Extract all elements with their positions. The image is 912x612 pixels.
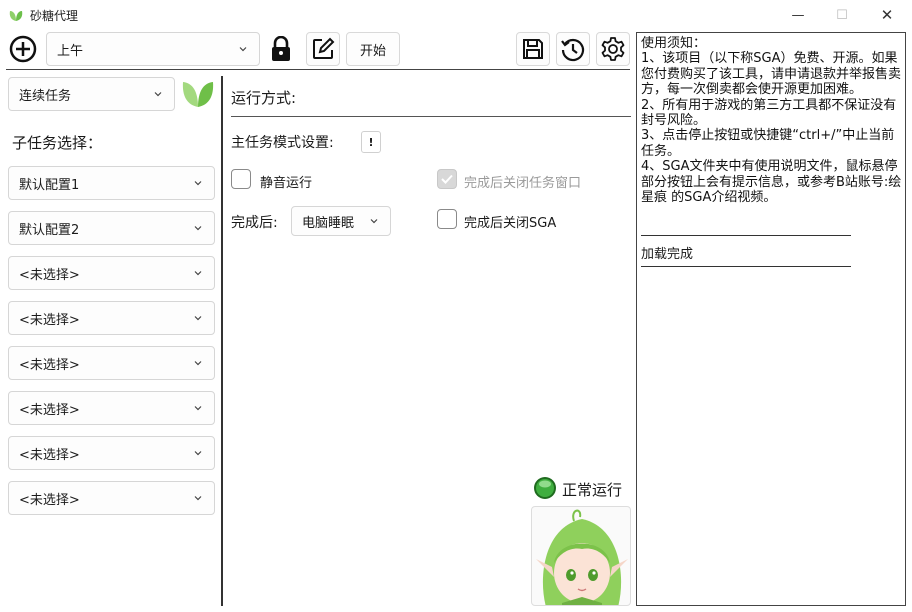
save-icon [523, 39, 543, 59]
notice-text: 使用须知： 1、该项目（以下称SGA）免费、开源。如果您付费购买了该工具，请申请退… [641, 36, 903, 205]
notice-divider-top [641, 235, 851, 236]
close-sga-label: 完成后关闭SGA [464, 216, 557, 231]
subtask-config-select[interactable]: <未选择> [8, 391, 215, 425]
mute-checkbox[interactable] [231, 169, 251, 189]
add-button[interactable] [6, 32, 40, 66]
subtask-config-value: <未选择> [19, 447, 80, 463]
chevron-down-icon [194, 226, 202, 231]
chevron-down-icon [194, 496, 202, 501]
subtask-config-select[interactable]: 默认配置1 [8, 166, 215, 200]
close-task-window-checkbox[interactable] [437, 169, 457, 189]
notice-divider-bottom [641, 266, 851, 267]
notice-line: 2、所有用于游戏的第三方工具都不保证没有封号风险。 [641, 97, 897, 129]
chevron-down-icon [154, 92, 162, 97]
toolbar-divider [6, 69, 630, 70]
subtask-config-select[interactable]: <未选择> [8, 436, 215, 470]
leaf-app-icon [9, 11, 23, 21]
subtask-config-select[interactable]: <未选择> [8, 256, 215, 290]
chevron-down-icon [194, 316, 202, 321]
subtask-config-value: 默认配置2 [19, 222, 80, 238]
time-select-value: 上午 [57, 43, 84, 59]
after-finish-label: 完成后: [231, 215, 278, 231]
subtask-config-select[interactable]: <未选择> [8, 346, 215, 380]
chevron-down-icon [194, 361, 202, 366]
info-icon: ! [368, 135, 374, 149]
subtask-config-select[interactable]: 默认配置2 [8, 211, 215, 245]
start-button[interactable]: 开始 [346, 32, 400, 66]
column-divider [221, 76, 223, 606]
task-mode-select[interactable]: 连续任务 [8, 77, 175, 111]
history-button[interactable] [556, 32, 590, 66]
gear-icon [601, 37, 625, 61]
character-avatar-image [536, 509, 628, 605]
maximize-icon: ☐ [836, 7, 848, 23]
subtask-config-value: <未选择> [19, 267, 80, 283]
lock-icon [272, 36, 290, 61]
start-button-label: 开始 [359, 43, 386, 59]
close-sga-checkbox[interactable] [437, 209, 457, 229]
chevron-down-icon [239, 47, 247, 52]
status-led-icon [534, 477, 556, 499]
plus-circle-icon [9, 35, 37, 63]
close-task-window-label: 完成后关闭任务窗口 [464, 176, 582, 191]
after-finish-value: 电脑睡眠 [302, 215, 355, 231]
settings-button[interactable] [596, 32, 630, 66]
notice-line: 1、该项目（以下称SGA）免费、开源。如果您付费购买了该工具，请申请退款并举报售… [641, 51, 902, 98]
subtask-config-value: <未选择> [19, 402, 80, 418]
lock-button[interactable] [264, 32, 298, 66]
chevron-down-icon [194, 451, 202, 456]
close-button[interactable]: ✕ [864, 0, 910, 30]
chevron-down-icon [370, 219, 378, 224]
mute-label: 静音运行 [260, 176, 313, 191]
subtask-config-value: <未选择> [19, 312, 80, 328]
window-title: 砂糖代理 [30, 9, 79, 23]
after-finish-select[interactable]: 电脑睡眠 [291, 206, 391, 236]
load-status-text: 加载完成 [641, 247, 694, 262]
subtask-config-value: 默认配置1 [19, 177, 80, 193]
subtask-label: 子任务选择： [12, 134, 103, 152]
leaf-logo-icon [182, 82, 214, 107]
chevron-down-icon [194, 271, 202, 276]
chevron-down-icon [194, 181, 202, 186]
subtask-config-value: <未选择> [19, 357, 80, 373]
minimize-button[interactable]: — [775, 0, 821, 30]
main-mode-info-button[interactable]: ! [361, 131, 381, 153]
subtask-config-value: <未选择> [19, 492, 80, 508]
maximize-button[interactable]: ☐ [819, 0, 865, 30]
main-mode-label: 主任务模式设置: [231, 135, 334, 151]
notice-line: 4、SGA文件夹中有使用说明文件，鼠标悬停部分按钮上会有提示信息，或参考B站账号… [641, 159, 902, 206]
run-mode-label: 运行方式: [231, 89, 297, 107]
avatar [531, 506, 631, 606]
minimize-icon: — [791, 7, 805, 23]
close-icon: ✕ [880, 6, 894, 24]
edit-icon [313, 37, 335, 59]
save-button[interactable] [516, 32, 550, 66]
subtask-config-select[interactable]: <未选择> [8, 481, 215, 515]
task-mode-value: 连续任务 [19, 88, 72, 104]
checkmark-icon [441, 174, 453, 184]
chevron-down-icon [194, 406, 202, 411]
edit-button[interactable] [306, 32, 340, 66]
subtask-config-select[interactable]: <未选择> [8, 301, 215, 335]
history-icon [561, 38, 585, 62]
run-mode-divider [231, 116, 631, 117]
notice-line: 使用须知： [641, 36, 707, 51]
status-text: 正常运行 [562, 481, 623, 499]
time-select[interactable]: 上午 [46, 32, 260, 66]
notice-line: 3、点击停止按钮或快捷键“ctrl+/”中止当前任务。 [641, 128, 895, 159]
